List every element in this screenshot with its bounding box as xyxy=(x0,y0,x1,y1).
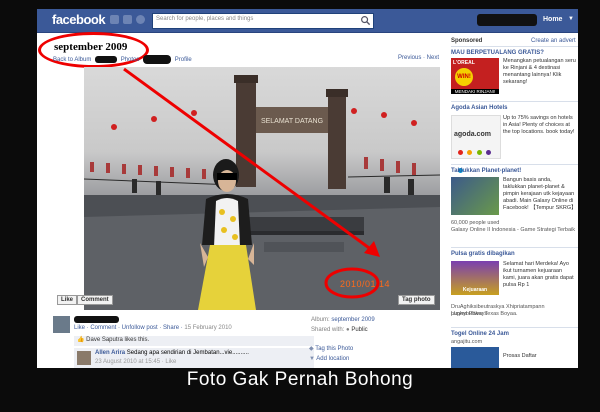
notifications-icon[interactable] xyxy=(136,15,145,24)
main-photo[interactable]: SELAMAT DATANG 2010/01/14 xyxy=(84,67,440,310)
commenter-avatar[interactable] xyxy=(77,351,91,365)
globe-icon: ● xyxy=(346,327,350,333)
search-placeholder: Search for people, places and things xyxy=(156,16,254,22)
ad-extra-5b: Prosas Daftar xyxy=(503,353,537,359)
ad-text-1: Menangkan petualangan seru ke Rinjani & … xyxy=(503,58,576,85)
sidebar-divider xyxy=(451,327,578,328)
facebook-logo[interactable]: facebook xyxy=(52,12,106,27)
previous-next-links[interactable]: Previous · Next xyxy=(398,55,439,61)
ad-brand-loreal: L'OREAL xyxy=(453,60,475,66)
tag-this-photo-text: Tag this Photo xyxy=(315,346,354,352)
ad-caption-kejuaraan: Kejuaraan xyxy=(462,287,488,293)
photo-scene: SELAMAT DATANG 2010/01/14 xyxy=(84,67,440,310)
sidebar-divider xyxy=(451,46,578,47)
ad-image-rinjani[interactable]: L'OREAL WIN! MENDAKI RINJANI! xyxy=(451,58,499,94)
likes-text[interactable]: Dave Saputra likes this. xyxy=(86,337,149,343)
ad-text-3: Bangun basis anda, taklukkan planet-plan… xyxy=(503,177,577,211)
sidebar-divider xyxy=(451,247,578,248)
shared-info: Shared with: ● Public xyxy=(311,327,368,333)
album-label: Album: xyxy=(311,317,330,323)
tag-photo-button[interactable]: Tag photo xyxy=(398,295,435,305)
home-link[interactable]: Home xyxy=(543,16,562,23)
add-location-text: Add location xyxy=(316,356,350,362)
tag-this-photo-link[interactable]: ◆ Tag this Photo xyxy=(309,345,353,352)
ad-extra-3b[interactable]: Galaxy Online II Indonesia - Game Strate… xyxy=(451,227,578,234)
screenshot-frame: facebook Search for people, places and t… xyxy=(0,0,600,412)
profile-link[interactable]: Profile xyxy=(175,57,192,63)
ad-text-2: Up to 75% savings on hotels in Asia! Ple… xyxy=(503,115,575,135)
ad-title-1[interactable]: MAU BERPETUALANG GRATIS? xyxy=(451,50,544,56)
photo-page: september 2009 Back to Album Photos Prof… xyxy=(37,32,578,368)
ad-title-5[interactable]: Togel Online 24 Jam xyxy=(451,331,509,337)
top-navigation-bar: facebook Search for people, places and t… xyxy=(37,9,578,33)
ad-image-poker[interactable]: Kejuaraan xyxy=(451,261,499,295)
account-menu-icon[interactable]: ▼ xyxy=(568,16,574,22)
create-advert-link[interactable]: Create an advert xyxy=(531,38,576,44)
ad-image-togel[interactable] xyxy=(451,347,499,368)
ad-image-galaxy[interactable] xyxy=(451,177,499,215)
image-caption: Foto Gak Pernah Bohong xyxy=(186,369,414,390)
shared-value[interactable]: Public xyxy=(351,327,367,333)
comment-date: 23 August 2010 at 15:45 · Like xyxy=(95,359,177,365)
commenter-name[interactable]: Allen Arira xyxy=(95,350,125,356)
ad-title-3[interactable]: Taklukkan Planet-planet! xyxy=(451,168,521,174)
ad-caption-rinjani: MENDAKI RINJANI! xyxy=(451,89,499,94)
add-location-link[interactable]: ▼ Add location xyxy=(309,356,349,362)
post-actions-links[interactable]: Like · Comment · Unfollow post · Share · xyxy=(74,325,183,331)
photo-subnav: Back to Album Photos Profile xyxy=(53,55,192,64)
back-to-album-link[interactable]: Back to Album xyxy=(53,57,91,63)
redacted-username xyxy=(477,14,537,26)
album-link[interactable]: september 2009 xyxy=(331,317,374,323)
sponsored-heading: Sponsored xyxy=(451,38,483,44)
gate-sign-text: SELAMAT DATANG xyxy=(261,118,323,125)
ad-badge-win: WIN! xyxy=(455,68,473,86)
sidebar-divider xyxy=(451,164,578,165)
redacted-owner-caption xyxy=(74,316,119,323)
messages-icon[interactable] xyxy=(123,15,132,24)
location-pin-icon: ▼ xyxy=(309,356,315,362)
ad-image-agoda[interactable]: agoda.com xyxy=(451,115,501,173)
post-actions: Like · Comment · Unfollow post · Share ·… xyxy=(74,325,232,331)
post-date: 15 February 2010 xyxy=(184,325,232,331)
tag-icon: ◆ xyxy=(309,346,314,352)
friend-requests-icon[interactable] xyxy=(110,15,119,24)
shared-label: Shared with: xyxy=(311,327,345,333)
ad-extra-3a: 60,000 people used xyxy=(451,220,500,226)
owner-avatar[interactable] xyxy=(53,316,70,333)
ad-title-2[interactable]: Agoda Asian Hotels xyxy=(451,105,507,111)
comment-text: Sedang apa sendirian di Jembatan...vie..… xyxy=(126,350,249,356)
like-thumb-icon: 👍 xyxy=(77,337,85,343)
sponsored-sidebar: Sponsored Create an advert MAU BERPETUAL… xyxy=(451,33,578,368)
search-icon[interactable] xyxy=(360,15,371,26)
comment-item: Allen Arira Sedang apa sendirian di Jemb… xyxy=(74,348,314,368)
ad-brand-agoda: agoda.com xyxy=(454,131,491,138)
album-info: Album: september 2009 xyxy=(311,317,375,323)
like-button[interactable]: Like xyxy=(57,295,78,305)
search-input[interactable]: Search for people, places and things xyxy=(152,13,374,29)
photos-link[interactable]: Photos xyxy=(121,57,140,63)
redacted-owner-name-2 xyxy=(143,55,172,64)
photo-timestamp: 2010/01/14 xyxy=(340,279,390,289)
ad-extra-4b: played Poker Texas Boyaa. xyxy=(451,311,518,317)
likes-row: 👍 Dave Saputra likes this. xyxy=(74,336,314,346)
redacted-owner-name xyxy=(95,56,118,63)
ad-text-4: Selamat hari Merdeka! Ayo ikut turnamen … xyxy=(503,261,574,288)
ad-title-4[interactable]: Pulsa gratis dibagikan xyxy=(451,251,515,257)
ad-extra-5a: angajitu.com xyxy=(451,339,483,345)
comment-button[interactable]: Comment xyxy=(77,295,113,305)
sidebar-divider xyxy=(451,101,578,102)
